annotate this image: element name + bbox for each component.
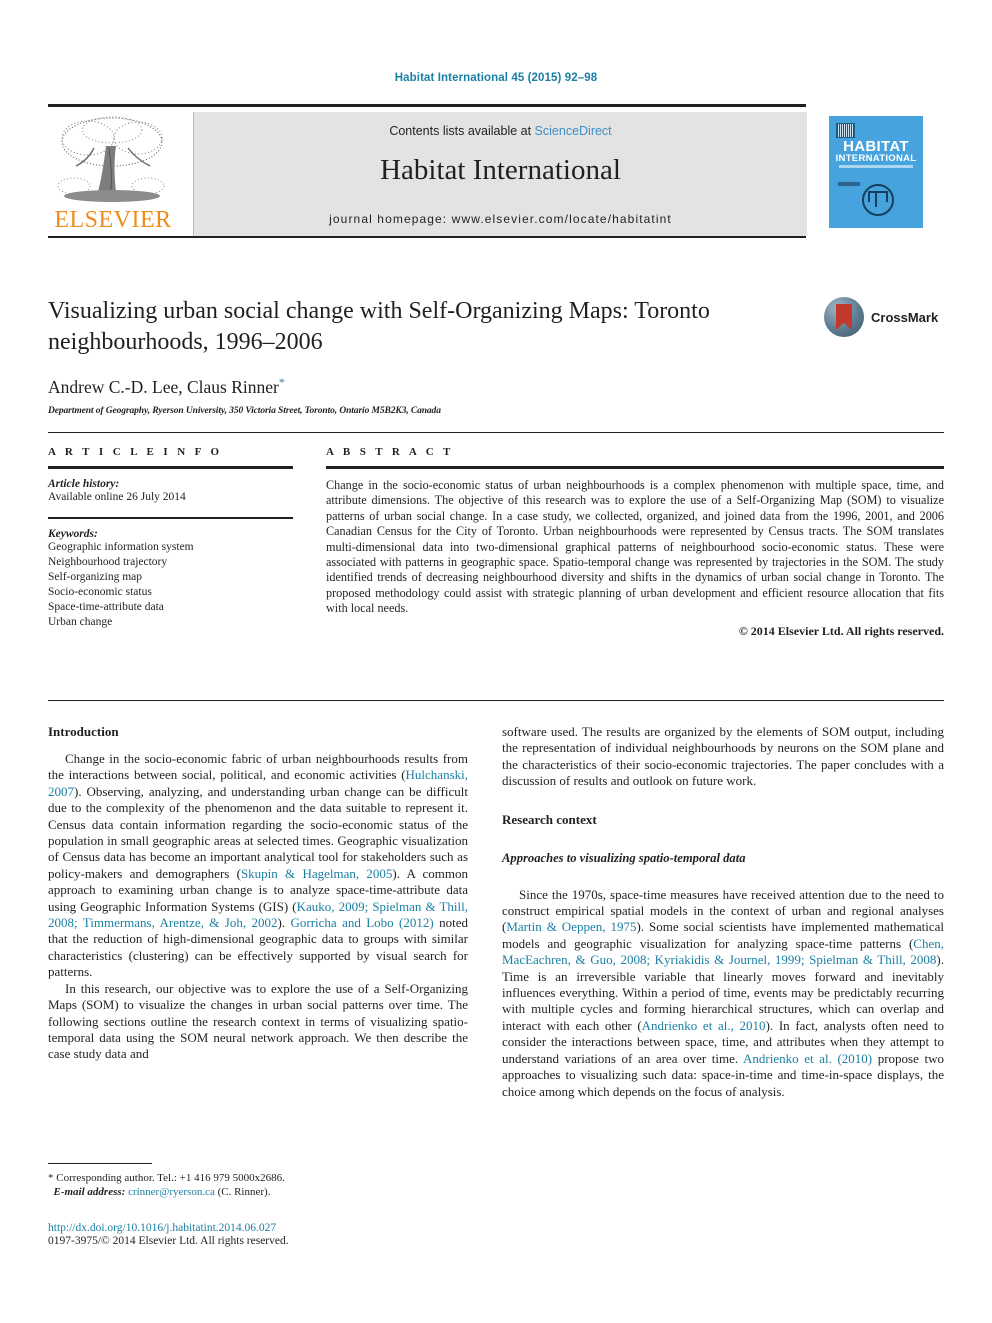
text-run: ). — [277, 915, 291, 931]
info-section-top-rule — [48, 432, 944, 433]
section-heading-introduction: Introduction — [48, 724, 119, 739]
abstract-column: A B S T R A C T Change in the socio-econ… — [326, 446, 944, 639]
cover-art: HABITAT INTERNATIONAL — [829, 116, 923, 228]
contents-prefix: Contents lists available at — [389, 124, 535, 138]
affiliation: Department of Geography, Ryerson Univers… — [48, 405, 441, 416]
citation-link[interactable]: Andrienko et al. (2010) — [743, 1051, 872, 1066]
masthead-bottom-rule — [48, 236, 806, 238]
article-info-heading: A R T I C L E I N F O — [48, 446, 223, 458]
cover-side-mark — [838, 182, 860, 186]
article-info-underline — [48, 466, 293, 469]
doi-link[interactable]: http://dx.doi.org/10.1016/j.habitatint.2… — [48, 1222, 468, 1234]
crossmark-label: CrossMark — [871, 310, 939, 325]
sciencedirect-link[interactable]: ScienceDirect — [535, 124, 612, 138]
paragraph-research-context-1: Since the 1970s, space-time measures hav… — [502, 887, 944, 1100]
author-names: Andrew C.-D. Lee, Claus Rinner — [48, 376, 279, 397]
journal-masthead: ELSEVIER Contents lists available at Sci… — [48, 104, 944, 238]
paragraph-intro-2: In this research, our objective was to e… — [48, 980, 468, 1062]
citation-link[interactable]: Skupin & Hagelman, 2005 — [241, 866, 392, 881]
email-note: E-mail address: crinner@ryerson.ca (C. R… — [48, 1185, 468, 1199]
footnote-rule — [48, 1163, 152, 1164]
paragraph-intro-1: Change in the socio-economic fabric of u… — [48, 751, 468, 981]
crossmark-ribbon-icon — [836, 304, 852, 330]
masthead-top-rule — [48, 104, 806, 107]
keyword-item: Space-time-attribute data — [48, 601, 164, 613]
citation-link[interactable]: Gorricha and Lobo (2012) — [290, 915, 433, 930]
keyword-item: Socio-economic status — [48, 586, 152, 598]
elsevier-wordmark: ELSEVIER — [54, 207, 172, 233]
keywords-label: Keywords: — [48, 528, 98, 540]
body-column-right: software used. The results are organized… — [502, 724, 944, 1100]
abstract-copyright: © 2014 Elsevier Ltd. All rights reserved… — [738, 623, 944, 638]
abstract-text: Change in the socio-economic status of u… — [326, 478, 944, 616]
email-suffix: (C. Rinner). — [214, 1186, 271, 1198]
article-info-column: A R T I C L E I N F O Article history: A… — [48, 446, 293, 630]
barcode-icon — [836, 123, 855, 138]
elsevier-logo: ELSEVIER — [48, 112, 178, 236]
issn-copyright-line: 0197-3975/© 2014 Elsevier Ltd. All right… — [48, 1235, 289, 1247]
email-label: E-mail address: — [53, 1186, 126, 1198]
keywords-divider — [48, 517, 293, 519]
keyword-item: Geographic information system — [48, 541, 194, 553]
page-title: Visualizing urban social change with Sel… — [48, 298, 710, 355]
elsevier-tree-icon — [57, 116, 165, 202]
citation-link[interactable]: Andrienko et al., 2010 — [642, 1018, 766, 1033]
article-history-value: Available online 26 July 2014 — [48, 491, 186, 503]
running-head: Habitat International 45 (2015) 92–98 — [394, 72, 598, 84]
abstract-heading: A B S T R A C T — [326, 446, 454, 458]
section-heading-research-context: Research context — [502, 811, 597, 827]
body-section-top-rule — [48, 700, 944, 701]
author-list: Andrew C.-D. Lee, Claus Rinner* — [48, 375, 808, 398]
paragraph-continuation: software used. The results are organized… — [502, 724, 944, 789]
keyword-item: Self-organizing map — [48, 571, 142, 583]
cover-title-line2: INTERNATIONAL — [835, 153, 917, 164]
email-link[interactable]: crinner@ryerson.ca — [128, 1186, 215, 1198]
journal-title: Habitat International — [380, 154, 621, 186]
corresponding-author-marker: * — [278, 375, 285, 389]
citation-link[interactable]: Martin & Oeppen, 1975 — [506, 919, 636, 934]
crossmark-circle-icon — [824, 297, 864, 337]
body-column-left: Introduction Change in the socio-economi… — [48, 724, 468, 1063]
abstract-underline — [326, 466, 944, 469]
keyword-item: Neighbourhood trajectory — [48, 556, 168, 568]
article-history-label: Article history: — [48, 478, 120, 490]
corresponding-author-note: * Corresponding author. Tel.: +1 416 979… — [48, 1172, 285, 1184]
masthead-banner: Contents lists available at ScienceDirec… — [193, 112, 807, 236]
crossmark-badge[interactable]: CrossMark — [824, 297, 939, 339]
cover-subtitle-rule — [839, 165, 913, 168]
doi-block: http://dx.doi.org/10.1016/j.habitatint.2… — [48, 1222, 468, 1247]
journal-cover-thumbnail: HABITAT INTERNATIONAL — [823, 112, 931, 238]
keyword-item: Urban change — [48, 616, 113, 628]
paper-page: Habitat International 45 (2015) 92–98 EL… — [0, 0, 992, 1323]
footnote-block: * Corresponding author. Tel.: +1 416 979… — [48, 1163, 468, 1199]
contents-available-line: Contents lists available at ScienceDirec… — [194, 124, 807, 138]
subsection-heading-approaches: Approaches to visualizing spatio-tempora… — [502, 850, 746, 865]
title-block: Visualizing urban social change with Sel… — [48, 296, 808, 416]
journal-homepage-link[interactable]: journal homepage: www.elsevier.com/locat… — [194, 212, 807, 226]
habitat-emblem-icon — [862, 184, 894, 216]
